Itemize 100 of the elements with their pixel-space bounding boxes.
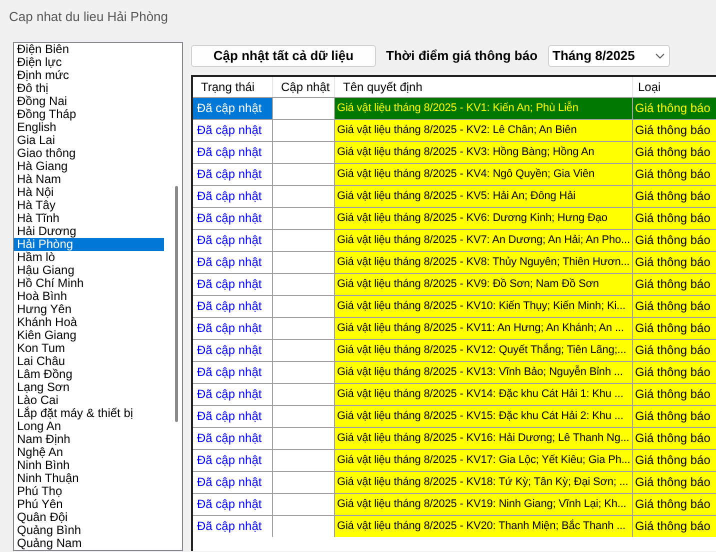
table-cell: Giá vật liệu tháng 8/2025 - KV6: Dương Kinh; Hưng Đạo	[335, 208, 633, 229]
table-row[interactable]: Đã cập nhật Giá vật liệu tháng 8/2025 - KV1: Kiến An; Phù Liễn Giá thông báo	[193, 97, 716, 119]
table-cell: Giá thông báo	[633, 428, 716, 449]
table-row[interactable]: Đã cập nhật Giá vật liệu tháng 8/2025 - KV12: Quyết Thắng; Tiên Lãng;... Giá thông báo	[193, 339, 716, 361]
province-item[interactable]: Hồ Chí Minh	[14, 277, 164, 290]
table-cell: Giá thông báo	[633, 120, 716, 141]
table-row[interactable]: Đã cập nhật Giá vật liệu tháng 8/2025 - KV15: Đặc khu Cát Hải 2: Khu ... Giá thông báo	[193, 405, 716, 427]
province-item[interactable]: Điện lực	[14, 56, 164, 69]
table-row[interactable]: Đã cập nhật Giá vật liệu tháng 8/2025 - KV8: Thủy Nguyên; Thiên Hươn... Giá thông báo	[193, 251, 716, 273]
table-cell: Giá thông báo	[633, 98, 716, 119]
province-item[interactable]: Ninh Thuận	[14, 472, 164, 485]
table-cell: Giá thông báo	[633, 494, 716, 515]
province-item[interactable]: Hải Phòng	[14, 238, 164, 251]
table-cell: Giá thông báo	[633, 252, 716, 273]
table-cell: Giá thông báo	[633, 274, 716, 295]
table-cell: Giá vật liệu tháng 8/2025 - KV4: Ngô Quyền; Gia Viên	[335, 164, 633, 185]
province-item[interactable]: Đồng Tháp	[14, 108, 164, 121]
province-item[interactable]: Hoà Bình	[14, 290, 164, 303]
table-row[interactable]: Đã cập nhật Giá vật liệu tháng 8/2025 - KV17: Gia Lộc; Yết Kiêu; Gia Ph... Giá thông báo	[193, 449, 716, 471]
table-cell: Giá vật liệu tháng 8/2025 - KV5: Hải An; Đông Hải	[335, 186, 633, 207]
table-cell: Giá vật liệu tháng 8/2025 - KV2: Lê Chân; An Biên	[335, 120, 633, 141]
table-cell: Giá vật liệu tháng 8/2025 - KV17: Gia Lộc; Yết Kiêu; Gia Ph...	[335, 450, 633, 471]
table-cell: Giá vật liệu tháng 8/2025 - KV1: Kiến An; Phù Liễn	[335, 98, 633, 119]
table-row[interactable]: Đã cập nhật Giá vật liệu tháng 8/2025 - KV18: Tứ Kỳ; Tân Kỳ; Đại Sơn; ... Giá thông báo	[193, 471, 716, 493]
table-cell: Giá vật liệu tháng 8/2025 - KV9: Đồ Sơn; Nam Đồ Sơn	[335, 274, 633, 295]
table-cell: Giá vật liệu tháng 8/2025 - KV7: An Dương; An Hải; An Pho...	[335, 230, 633, 251]
province-item[interactable]: Lắp đặt máy & thiết bị	[14, 407, 164, 420]
province-item[interactable]: Lâm Đồng	[14, 368, 164, 381]
table-row[interactable]: Đã cập nhật Giá vật liệu tháng 8/2025 - KV10: Kiến Thụy; Kiến Minh; Ki... Giá thông báo	[193, 295, 716, 317]
table-cell: Giá vật liệu tháng 8/2025 - KV10: Kiến Thụy; Kiến Minh; Ki...	[335, 296, 633, 317]
column-header[interactable]: Loại	[633, 77, 716, 97]
province-item[interactable]: Điện Biên	[14, 43, 164, 56]
province-item[interactable]: Kon Tum	[14, 342, 164, 355]
province-item[interactable]: Đồng Nai	[14, 95, 164, 108]
table-row[interactable]: Đã cập nhật Giá vật liệu tháng 8/2025 - KV7: An Dương; An Hải; An Pho... Giá thông báo	[193, 229, 716, 251]
column-header[interactable]: Trạng thái	[193, 77, 273, 97]
province-item[interactable]: Hậu Giang	[14, 264, 164, 277]
province-item[interactable]: Lai Châu	[14, 355, 164, 368]
table-cell: Giá thông báo	[633, 516, 716, 537]
table-row[interactable]: Đã cập nhật Giá vật liệu tháng 8/2025 - KV3: Hồng Bàng; Hồng An Giá thông báo	[193, 141, 716, 163]
province-item[interactable]: Nam Định	[14, 433, 164, 446]
table-cell: Giá vật liệu tháng 8/2025 - KV19: Ninh Giang; Vĩnh Lại; Kh...	[335, 494, 633, 515]
province-item[interactable]: Long An	[14, 420, 164, 433]
table-cell: Giá thông báo	[633, 450, 716, 471]
table-cell: Giá thông báo	[633, 142, 716, 163]
table-cell: Giá thông báo	[633, 296, 716, 317]
table-row[interactable]: Đã cập nhật Giá vật liệu tháng 8/2025 - KV16: Hải Dương; Lê Thanh Ng... Giá thông báo	[193, 427, 716, 449]
province-item[interactable]: Hà Nam	[14, 173, 164, 186]
table-row[interactable]: Đã cập nhật Giá vật liệu tháng 8/2025 - KV2: Lê Chân; An Biên Giá thông báo	[193, 119, 716, 141]
table-row[interactable]: Đã cập nhật Giá vật liệu tháng 8/2025 - KV11: An Hưng; An Khánh; An ... Giá thông báo	[193, 317, 716, 339]
table-cell: Giá vật liệu tháng 8/2025 - KV16: Hải Dương; Lê Thanh Ng...	[335, 428, 633, 449]
table-cell: Giá vật liệu tháng 8/2025 - KV11: An Hưng; An Khánh; An ...	[335, 318, 633, 339]
province-item[interactable]: Kiên Giang	[14, 329, 164, 342]
table-row[interactable]: Đã cập nhật Giá vật liệu tháng 8/2025 - KV19: Ninh Giang; Vĩnh Lại; Kh... Giá thông báo	[193, 493, 716, 515]
province-item[interactable]: Hà Giang	[14, 160, 164, 173]
province-item[interactable]: Gia Lai	[14, 134, 164, 147]
province-item[interactable]: Đô thị	[14, 82, 164, 95]
province-item[interactable]: Phú Thọ	[14, 485, 164, 498]
table-row[interactable]: Đã cập nhật Giá vật liệu tháng 8/2025 - KV4: Ngô Quyền; Gia Viên Giá thông báo	[193, 163, 716, 185]
table-cell: Giá vật liệu tháng 8/2025 - KV12: Quyết Thắng; Tiên Lãng;...	[335, 340, 633, 361]
province-item[interactable]: Giao thông	[14, 147, 164, 160]
province-item[interactable]: Hà Nội	[14, 186, 164, 199]
table-cell: Giá thông báo	[633, 472, 716, 493]
province-item[interactable]: Hà Tây	[14, 199, 164, 212]
province-item[interactable]: Lào Cai	[14, 394, 164, 407]
province-item[interactable]: Lạng Sơn	[14, 381, 164, 394]
table-cell: Giá vật liệu tháng 8/2025 - KV15: Đặc khu Cát Hải 2: Khu ...	[335, 406, 633, 427]
province-item[interactable]: Quảng Bình	[14, 524, 164, 537]
period-label: Thời điểm giá thông báo	[386, 47, 538, 66]
table-row[interactable]: Đã cập nhật Giá vật liệu tháng 8/2025 - KV5: Hải An; Đông Hải Giá thông báo	[193, 185, 716, 207]
table-row[interactable]: Đã cập nhật Giá vật liệu tháng 8/2025 - KV20: Thanh Miện; Bắc Thanh ... Giá thông báo	[193, 515, 716, 537]
province-item[interactable]: Quân Đội	[14, 511, 164, 524]
province-item[interactable]: Hà Tĩnh	[14, 212, 164, 225]
table-cell: Giá vật liệu tháng 8/2025 - KV13: Vĩnh Bảo; Nguyễn Bỉnh ...	[335, 362, 633, 383]
scrollbar-thumb[interactable]	[175, 186, 178, 422]
column-header[interactable]: Cập nhật	[273, 77, 335, 97]
table-cell: Giá vật liệu tháng 8/2025 - KV8: Thủy Nguyên; Thiên Hươn...	[335, 252, 633, 273]
province-item[interactable]: Hưng Yên	[14, 303, 164, 316]
province-item[interactable]: Hầm lò	[14, 251, 164, 264]
period-dropdown[interactable]: Tháng 8/2025	[548, 45, 670, 67]
table-cell: Giá thông báo	[633, 318, 716, 339]
province-item[interactable]: Khánh Hoà	[14, 316, 164, 329]
province-item[interactable]: English	[14, 121, 164, 134]
province-item[interactable]: Quảng Nam	[14, 537, 164, 550]
table-row[interactable]: Đã cập nhật Giá vật liệu tháng 8/2025 - KV9: Đồ Sơn; Nam Đồ Sơn Giá thông báo	[193, 273, 716, 295]
table-cell: Giá vật liệu tháng 8/2025 - KV3: Hồng Bàng; Hồng An	[335, 142, 633, 163]
table-row[interactable]: Đã cập nhật Giá vật liệu tháng 8/2025 - KV6: Dương Kinh; Hưng Đạo Giá thông báo	[193, 207, 716, 229]
table-cell: Giá thông báo	[633, 362, 716, 383]
table-row[interactable]: Đã cập nhật Giá vật liệu tháng 8/2025 - KV14: Đặc khu Cát Hải 1: Khu ... Giá thông báo	[193, 383, 716, 405]
province-item[interactable]: Định mức	[14, 69, 164, 82]
table-cell: Giá vật liệu tháng 8/2025 - KV20: Thanh Miện; Bắc Thanh ...	[335, 516, 633, 537]
table-row[interactable]: Đã cập nhật Giá vật liệu tháng 8/2025 - KV13: Vĩnh Bảo; Nguyễn Bỉnh ... Giá thông báo	[193, 361, 716, 383]
province-item[interactable]: Nghệ An	[14, 446, 164, 459]
province-item[interactable]: Hải Dương	[14, 225, 164, 238]
province-item[interactable]: Phú Yên	[14, 498, 164, 511]
column-header[interactable]: Tên quyết định	[335, 77, 633, 97]
table-cell: Đã cập nhật	[193, 98, 273, 119]
update-all-button[interactable]: Cập nhật tất cả dữ liệu	[191, 45, 376, 67]
province-item[interactable]: Ninh Bình	[14, 459, 164, 472]
table-cell: Giá thông báo	[633, 340, 716, 361]
